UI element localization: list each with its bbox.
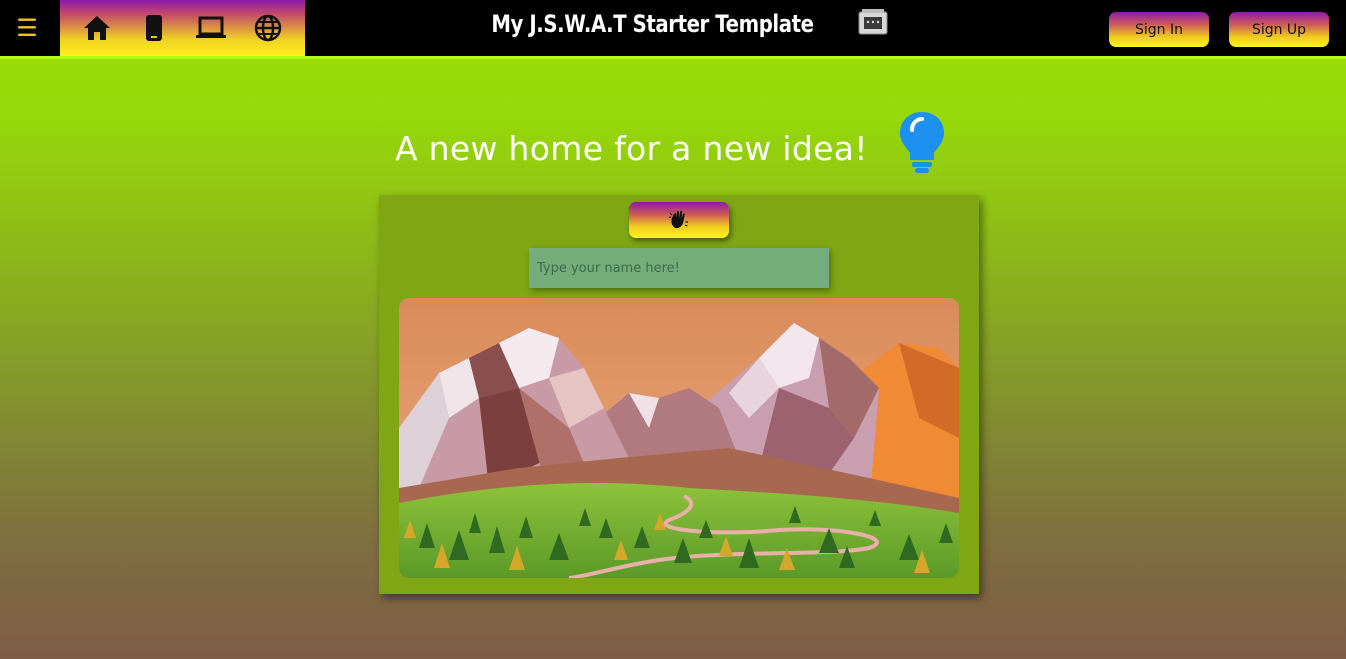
lightbulb-icon: [900, 112, 944, 173]
brand-title-text: My J.S.W.A.T Starter Template: [490, 10, 814, 38]
globe-icon[interactable]: [252, 12, 284, 44]
nav-icon-bar: [60, 0, 305, 56]
home-icon[interactable]: [81, 12, 113, 44]
computer-chip-icon: [858, 9, 888, 35]
main-card: [379, 195, 979, 594]
sign-up-button[interactable]: Sign Up: [1229, 12, 1329, 47]
mountain-landscape-image: [399, 298, 959, 578]
smartphone-icon[interactable]: [138, 12, 170, 44]
sign-in-button[interactable]: Sign In: [1109, 12, 1209, 47]
page-headline: A new home for a new idea!: [395, 129, 868, 168]
top-navbar: ☰ My J.S.W.A.T Starter Template Sign In …: [0, 0, 1346, 59]
laptop-icon[interactable]: [195, 12, 227, 44]
name-input[interactable]: [529, 248, 829, 288]
hamburger-menu-icon[interactable]: ☰: [10, 10, 44, 46]
wave-button[interactable]: [629, 202, 729, 238]
waving-hand-icon: [668, 210, 688, 229]
